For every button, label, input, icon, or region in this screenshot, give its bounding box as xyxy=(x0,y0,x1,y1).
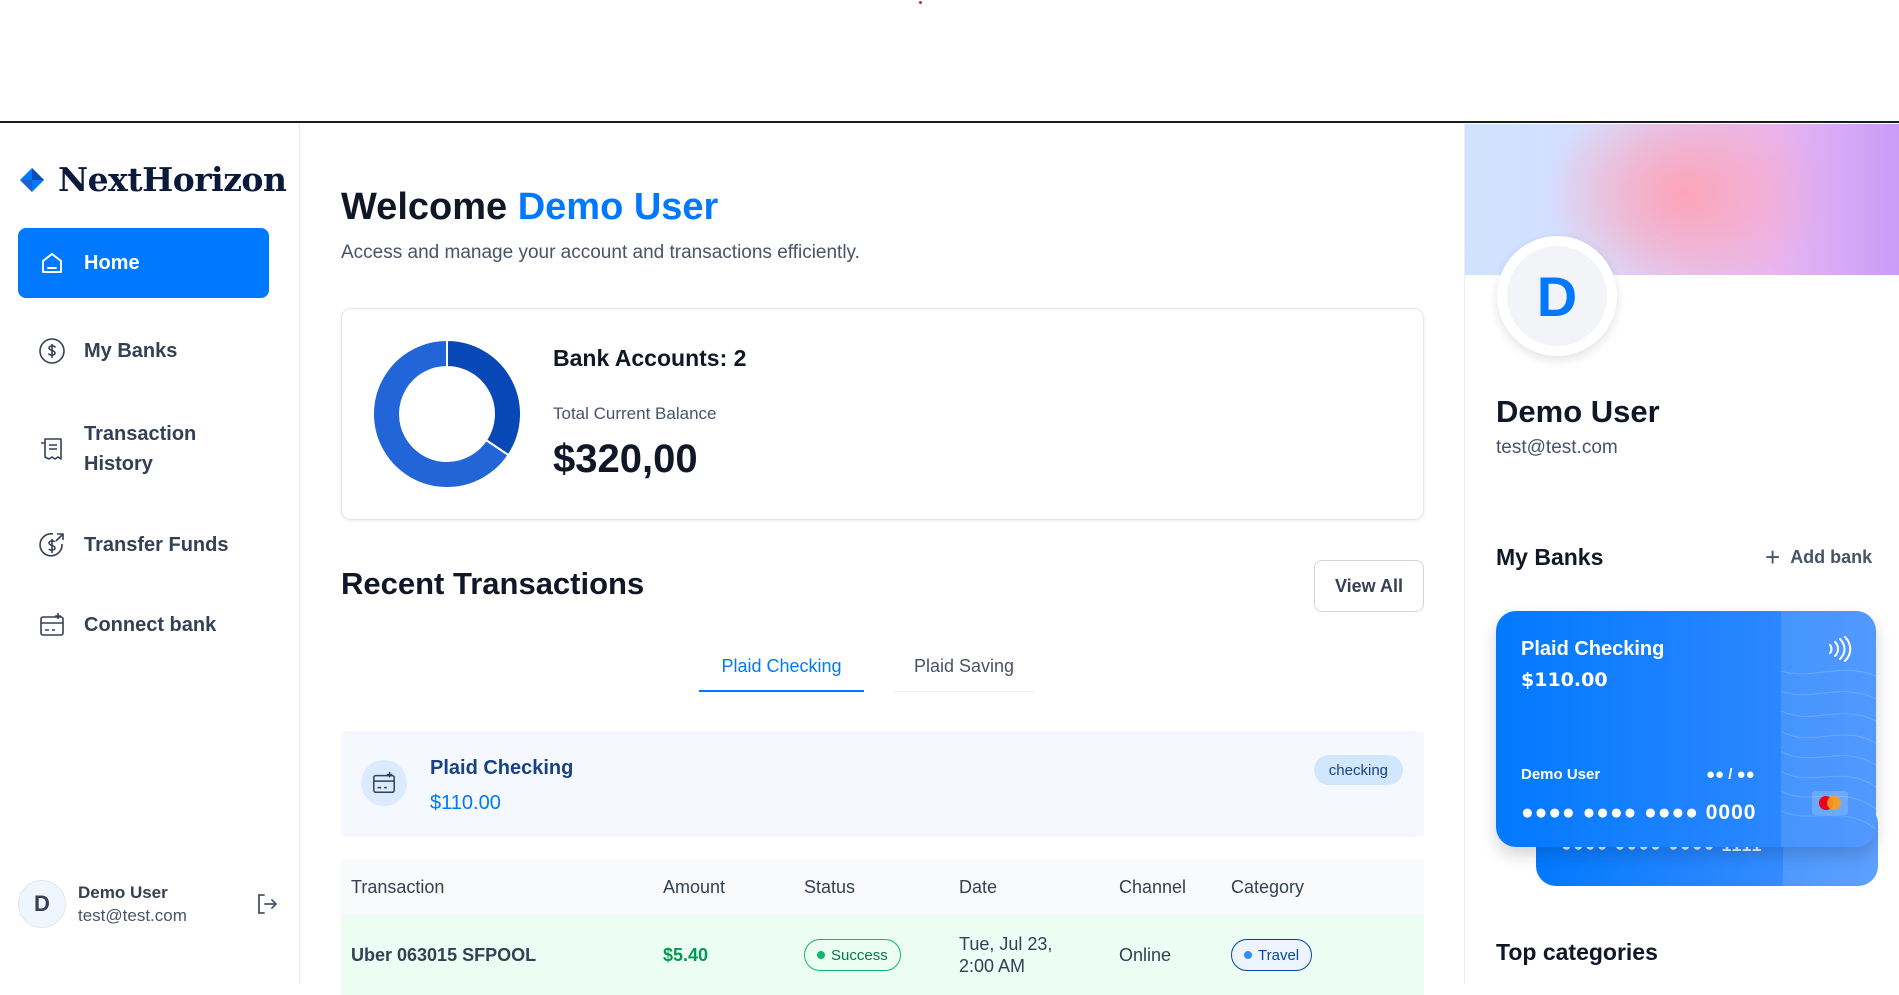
account-type-badge: checking xyxy=(1313,755,1403,785)
col-amount: Amount xyxy=(663,876,726,897)
col-category: Category xyxy=(1231,876,1305,897)
home-icon xyxy=(42,253,62,273)
selected-account-banner: Plaid Checking $110.00 checking xyxy=(341,731,1424,837)
receipt-icon xyxy=(41,438,62,460)
col-channel: Channel xyxy=(1119,876,1187,897)
sidebar-item-transfer-funds[interactable]: Transfer Funds xyxy=(18,510,269,580)
page-subtitle: Access and manage your account and trans… xyxy=(341,242,860,263)
transactions-table: Transaction Amount Status Date Channel C… xyxy=(341,859,1424,995)
col-transaction: Transaction xyxy=(351,876,445,897)
red-dot-marker xyxy=(919,1,922,4)
bank-accounts-count: Bank Accounts: 2 xyxy=(553,345,747,371)
category-dot xyxy=(1244,951,1252,959)
profile-name: Demo User xyxy=(1496,394,1660,429)
status-dot xyxy=(817,951,825,959)
col-status: Status xyxy=(804,876,856,897)
tab-plaid-checking[interactable]: Plaid Checking xyxy=(699,642,864,692)
total-balance-label: Total Current Balance xyxy=(553,404,717,423)
sidebar-item-transaction-history[interactable]: Transaction History xyxy=(18,404,269,494)
welcome-user-name: Demo User xyxy=(517,186,719,228)
table-row[interactable]: Uber 063015 SFPOOL $5.40 Success Tue, Ju… xyxy=(341,915,1424,995)
right-sidebar: D Demo User test@test.com My Banks + Add… xyxy=(1464,124,1899,984)
card-owner: Demo User xyxy=(1521,766,1601,783)
tx-name: Uber 063015 SFPOOL xyxy=(351,944,537,965)
tx-channel: Online xyxy=(1119,944,1172,965)
dollar-circle-icon xyxy=(39,338,65,364)
money-send-icon xyxy=(39,533,64,557)
table-header: Transaction Amount Status Date Channel C… xyxy=(341,859,1424,915)
sidebar-item-label: Connect bank xyxy=(84,613,217,636)
plus-icon: + xyxy=(1765,542,1781,572)
page-title: Welcome Demo User xyxy=(341,186,719,228)
tab-plaid-saving[interactable]: Plaid Saving xyxy=(894,642,1034,692)
sidebar-item-home[interactable]: Home xyxy=(18,228,269,298)
sidebar-user-footer: D Demo User test@test.com xyxy=(18,880,280,928)
sidebar-item-my-banks[interactable]: My Banks xyxy=(18,316,269,386)
user-name: Demo User xyxy=(78,882,168,902)
status-badge: Success xyxy=(804,939,901,971)
account-icon-wrap xyxy=(361,760,407,806)
balance-donut-chart xyxy=(372,339,522,489)
app-logo[interactable]: NextHorizon xyxy=(18,160,287,199)
profile-email: test@test.com xyxy=(1496,437,1618,458)
card-balance: $110.00 xyxy=(1521,669,1608,691)
account-balance: $110.00 xyxy=(430,792,501,814)
card-add-icon xyxy=(373,771,395,794)
contactless-icon xyxy=(1829,636,1852,662)
donut-slice-plaid-checking xyxy=(446,339,522,457)
recent-transactions-title: Recent Transactions xyxy=(341,566,645,601)
category-badge: Travel xyxy=(1231,939,1313,971)
total-balance-value: $320,00 xyxy=(553,437,698,481)
sidebar-item-label: Transfer Funds xyxy=(84,533,229,556)
col-date: Date xyxy=(959,876,998,897)
sidebar-item-connect-bank[interactable]: Connect bank xyxy=(18,590,269,660)
top-categories-heading: Top categories xyxy=(1496,939,1658,965)
main-content: Welcome Demo User Access and manage your… xyxy=(301,124,1464,995)
bank-tabs: Plaid Checking Plaid Saving xyxy=(699,642,1064,692)
bank-card-primary[interactable]: Plaid Checking $110.00 Demo User ●● / ●●… xyxy=(1496,611,1876,847)
tx-amount: $5.40 xyxy=(663,944,709,965)
profile-avatar: D xyxy=(1497,236,1617,356)
logo-icon xyxy=(20,167,44,192)
logout-icon[interactable] xyxy=(254,891,280,917)
browser-top-area xyxy=(0,0,1899,123)
card-bank-name: Plaid Checking xyxy=(1521,638,1665,660)
sidebar-item-label: My Banks xyxy=(84,339,178,362)
view-all-button[interactable]: View All xyxy=(1314,560,1424,612)
card-number: ●●●● ●●●● ●●●● 0000 xyxy=(1521,801,1757,824)
add-bank-button[interactable]: + Add bank xyxy=(1765,544,1872,570)
mastercard-icon xyxy=(1812,791,1848,815)
avatar: D xyxy=(18,880,66,928)
my-banks-heading: My Banks xyxy=(1496,544,1604,570)
app-name: NextHorizon xyxy=(58,160,287,199)
account-name: Plaid Checking xyxy=(430,757,574,779)
tx-date: Tue, Jul 23, 2:00 AM xyxy=(959,934,1053,976)
sidebar-item-label: Home xyxy=(84,251,140,274)
sidebar: NextHorizon Home My Banks Transaction Hi… xyxy=(0,124,300,984)
sidebar-item-label: Transaction History xyxy=(84,423,197,475)
user-email: test@test.com xyxy=(78,905,187,925)
total-balance-card: Bank Accounts: 2 Total Current Balance $… xyxy=(341,308,1424,520)
card-expiry: ●● / ●● xyxy=(1706,766,1755,783)
card-add-icon xyxy=(40,613,64,636)
